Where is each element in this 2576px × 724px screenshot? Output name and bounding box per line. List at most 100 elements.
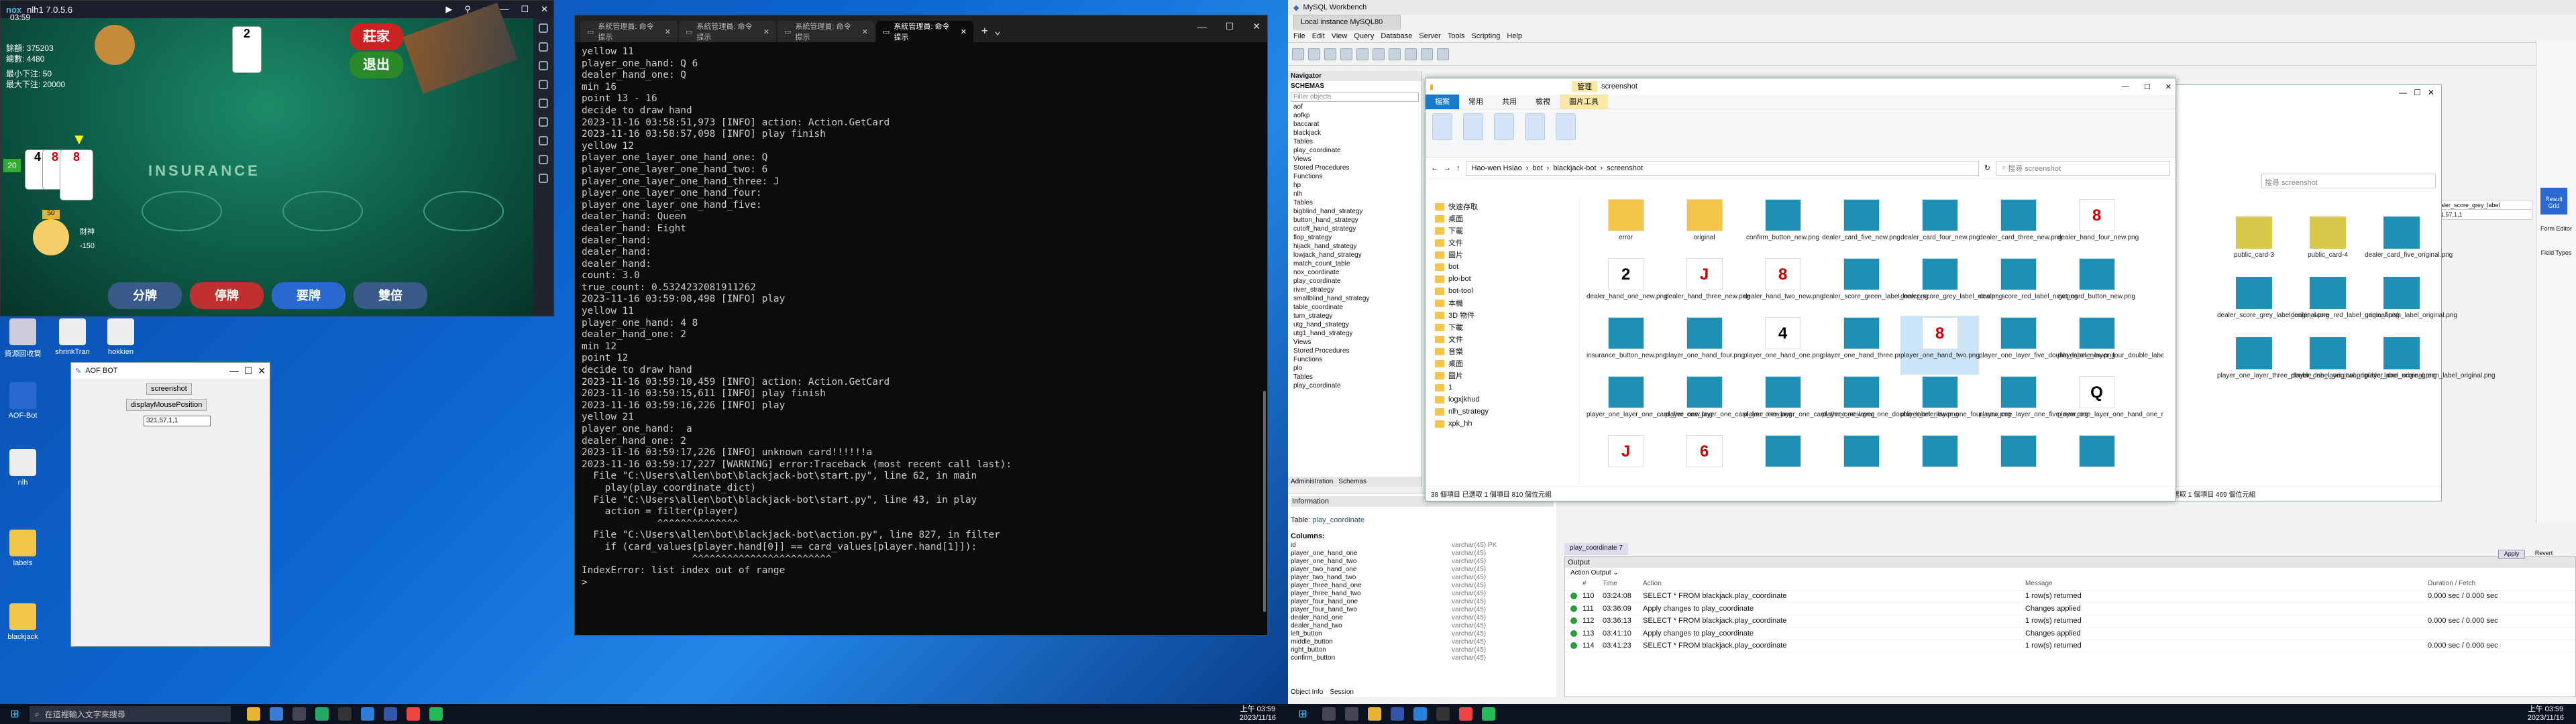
app-icon[interactable] [270, 707, 283, 721]
new-tab-icon[interactable]: + ⌄ [975, 24, 1008, 42]
nav-item[interactable]: bot [1426, 261, 1579, 273]
slideshow-icon[interactable] [1494, 113, 1514, 140]
breadcrumb-item[interactable]: screenshot [1607, 164, 1643, 172]
taskbar-clock[interactable]: 上午 03:59 2023/11/16 [1240, 705, 1276, 723]
output-row[interactable]: 114 03:41:23 SELECT * FROM blackjack.play_… [1565, 640, 2575, 652]
shake-icon[interactable] [539, 155, 548, 164]
desktop-icon-labels[interactable]: labels [3, 530, 43, 567]
start-icon[interactable]: ⊞ [1288, 707, 1318, 721]
tree-node[interactable]: hijack_hand_strategy [1293, 243, 1421, 251]
tree-node[interactable]: nox_coordinate [1293, 269, 1421, 278]
close-tab-icon[interactable]: ✕ [665, 27, 671, 36]
file-item[interactable]: public_card-3 [2217, 215, 2291, 276]
up-icon[interactable]: ↑ [1456, 164, 1460, 172]
menu-help[interactable]: Help [1507, 32, 1522, 40]
file-item[interactable]: game_finish_label_original.png [2365, 276, 2457, 336]
breadcrumb-item[interactable]: Hao-wen Hsiao [1472, 164, 1522, 172]
more-icon[interactable] [539, 174, 548, 183]
tree-node[interactable]: Tables [1293, 138, 1421, 147]
cast-icon[interactable] [1556, 113, 1576, 140]
tree-node[interactable]: hp [1293, 182, 1421, 190]
volume-down-icon[interactable] [539, 80, 548, 89]
nav-item[interactable]: logxjkhud [1426, 394, 1579, 406]
tree-node[interactable]: bigblind_hand_strategy [1293, 208, 1421, 217]
tree-node[interactable]: match_count_table [1293, 260, 1421, 269]
file-grid[interactable]: error original confirm_button_new.png deale… [1587, 198, 2163, 479]
ribbon-tab-file[interactable]: 檔案 [1426, 94, 1459, 109]
nav-item[interactable]: 下載 [1426, 225, 1579, 237]
close-icon[interactable]: ✕ [1252, 21, 1260, 32]
tree-node[interactable]: smallblind_hand_strategy [1293, 295, 1421, 304]
file-item[interactable] [2057, 434, 2136, 479]
desktop-icon-blackjack[interactable]: blackjack [3, 603, 43, 641]
terminal-scrollbar[interactable] [1263, 391, 1266, 612]
file-item[interactable]: confirm_button_new.png [1743, 198, 1822, 257]
file-item[interactable]: 4 player_one_hand_one.png [1743, 316, 1823, 375]
file-item[interactable]: Qplayer_one_layer_one_hand_one_new.png [2057, 375, 2163, 434]
breadcrumb-item[interactable]: bot [1532, 164, 1542, 172]
apk-icon[interactable] [539, 99, 548, 108]
ribbon-tab-share[interactable]: 共用 [1493, 95, 1526, 109]
file-item[interactable]: player_one_layer_four_double_label_new.p… [2057, 316, 2163, 375]
create-schema-icon[interactable] [1340, 48, 1352, 60]
open-sql-icon[interactable] [1308, 48, 1320, 60]
terminal-output[interactable]: yellow 11 player_one_hand: Q 6 dealer_hand… [575, 42, 1267, 634]
nav-item[interactable]: bot-tool [1426, 285, 1579, 297]
file-item[interactable]: dealer_score_green_label_new.png [1822, 257, 1928, 316]
file-item[interactable]: dealer_card_three_new.png [1979, 198, 2062, 257]
ribbon-tab-view[interactable]: 檢視 [1526, 95, 1560, 109]
file-item[interactable]: insurance_button_new.png [1587, 316, 1667, 375]
tree-node[interactable]: Tables [1293, 373, 1421, 382]
screenshot-icon[interactable] [539, 117, 548, 127]
output-row[interactable]: 110 03:24:08 SELECT * FROM blackjack.play_… [1565, 591, 2575, 603]
keyboard-icon[interactable] [539, 23, 548, 33]
form-editor-button[interactable]: Form Editor [2540, 225, 2572, 232]
taskbar-search[interactable]: ⌕ 在這裡輸入文字來搜尋 [30, 706, 231, 722]
file-item[interactable]: player_one_layer_three_double_label_orig… [2217, 336, 2368, 396]
revert-button[interactable]: Revert [2530, 550, 2557, 559]
volume-up-icon[interactable] [539, 61, 548, 70]
chrome-icon[interactable] [1459, 707, 1472, 721]
output-row[interactable]: 113 03:41:10 Apply changes to play_coordin… [1565, 627, 2575, 640]
new-sql-icon[interactable] [1292, 48, 1304, 60]
schemas-tab[interactable]: Schemas [1338, 478, 1366, 485]
terminal-taskbar-icon[interactable] [338, 707, 352, 721]
file-item[interactable] [1822, 434, 1900, 479]
double-button[interactable]: 雙倍 [354, 282, 427, 309]
result-grid-button[interactable]: Result Grid [2540, 188, 2567, 215]
action-output-select[interactable]: Action Output [1570, 569, 1611, 577]
terminal-tab[interactable]: ▭ 系統管理員: 命令提示 ✕ [580, 21, 678, 42]
create-procedure-icon[interactable] [1389, 48, 1401, 60]
explorer-search[interactable]: ⌕ 搜尋 screenshot [1996, 160, 2170, 176]
record-icon[interactable] [539, 136, 548, 145]
minimize-icon[interactable]: — [2122, 82, 2129, 91]
vscode-icon[interactable] [361, 707, 374, 721]
file-explorer-icon[interactable] [247, 707, 260, 721]
object-info-tab[interactable]: Object Info [1291, 688, 1323, 696]
maximize-icon[interactable]: ☐ [1226, 21, 1234, 32]
nav-item[interactable]: 圖片 [1426, 369, 1579, 381]
minimize-icon[interactable]: — [1197, 21, 1207, 32]
line-icon[interactable] [429, 707, 443, 721]
file-item[interactable]: player_one_score_green_label_original.pn… [2365, 336, 2496, 396]
ribbon-tab-picture-tools[interactable]: 圖片工具 [1560, 94, 1608, 109]
create-table-icon[interactable] [1356, 48, 1368, 60]
bet-spot-2[interactable] [282, 191, 363, 231]
file-item[interactable] [1900, 434, 1979, 479]
nav-item[interactable]: 3D 物件 [1426, 309, 1579, 321]
nav-item[interactable]: 本機 [1426, 297, 1579, 309]
path-breadcrumb[interactable]: Hao-wen Hsiao › bot › blackjack-bot › scree… [1465, 160, 1979, 176]
tree-node[interactable]: river_strategy [1293, 286, 1421, 295]
apply-button[interactable]: Apply [2498, 550, 2525, 559]
menu-scripting[interactable]: Scripting [1472, 32, 1501, 40]
close-icon[interactable]: ✕ [541, 4, 548, 15]
search-box[interactable]: 搜尋 screenshot [2261, 174, 2436, 188]
bet-spot-1[interactable] [142, 191, 222, 231]
desktop-icon-recycle[interactable]: 資源回收筒 [3, 318, 43, 359]
close-tab-icon[interactable]: ✕ [763, 27, 769, 36]
tree-node[interactable]: Views [1293, 156, 1421, 164]
tree-node[interactable]: Stored Procedures [1293, 347, 1421, 356]
nav-item[interactable]: plo-bot [1426, 273, 1579, 285]
file-item[interactable]: dealer_card_five_original.png [2365, 215, 2453, 276]
file-item[interactable]: player_one_layer_one_card_five_new.png [1587, 375, 1713, 434]
